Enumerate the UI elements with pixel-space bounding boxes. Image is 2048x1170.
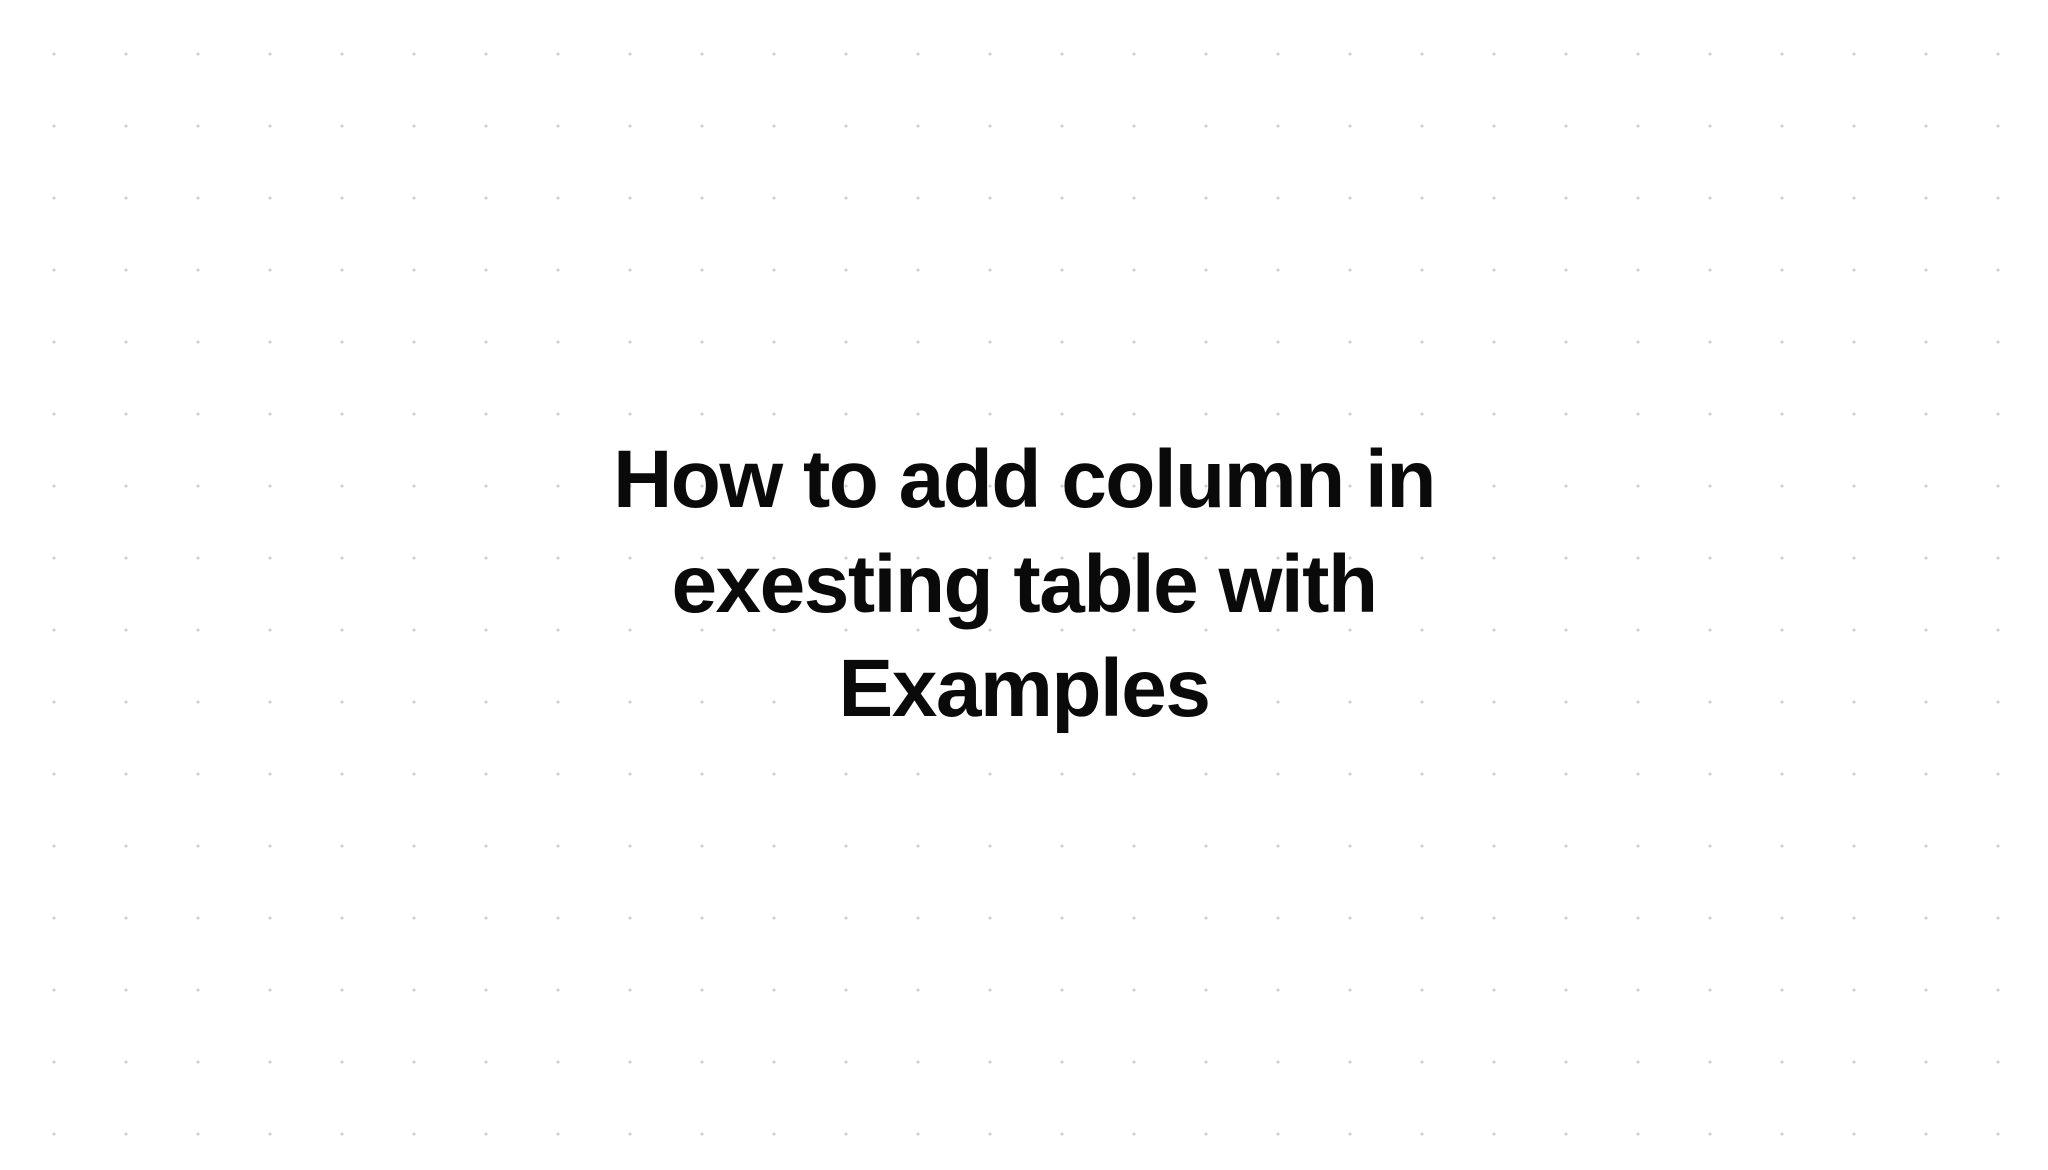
title-card: How to add column in exesting table with…: [474, 428, 1574, 743]
page-title: How to add column in exesting table with…: [514, 428, 1534, 743]
